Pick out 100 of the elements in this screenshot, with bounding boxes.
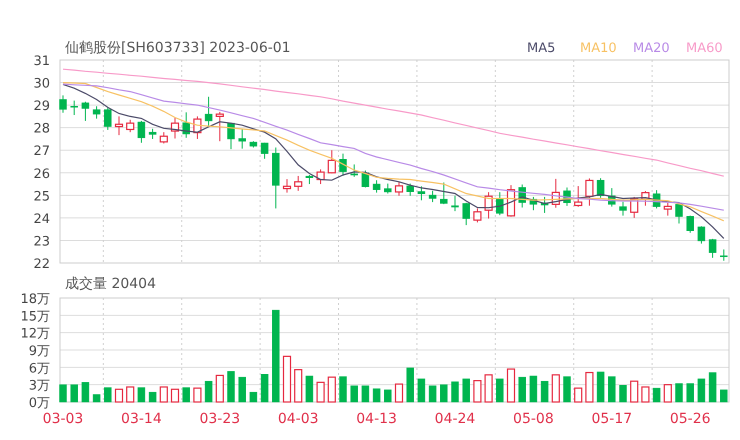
chart-title: 仙鹤股份[SH603733] 2023-06-01 [65,40,291,56]
y-axis-label: 26 [33,166,50,182]
volume-bar [473,380,482,403]
x-axis-label: 03-23 [199,411,240,427]
candlestick [282,178,292,194]
volume-bar [193,388,202,403]
y-axis-label: 9万 [28,344,50,359]
y-axis-label: 22 [33,257,50,272]
candlestick [698,226,706,244]
volume-bar [339,376,347,402]
candlestick [406,183,414,196]
volume-bar [552,374,560,403]
volume-bar [428,386,436,402]
volume-bar [574,388,582,403]
volume-bar [619,385,627,402]
volume-bar [406,368,414,402]
candlestick [462,202,470,226]
volume-bar [664,384,672,403]
candlestick [418,186,426,201]
legend-label[interactable]: MA10 [580,41,617,56]
volume-bar [59,384,67,402]
volume-bar [227,371,235,402]
volume-bar [138,387,146,402]
candlestick [530,196,538,211]
volume-bar [282,356,292,403]
y-axis-label: 23 [33,234,50,250]
y-axis-label: 3万 [28,378,50,394]
volume-bar [294,369,302,403]
candlestick [540,196,548,214]
candlestick [574,186,582,208]
x-axis-label: 05-26 [670,411,711,427]
y-axis-label: 6万 [28,361,50,376]
y-axis-label: 18万 [20,292,50,307]
candlestick [350,164,358,178]
volume-bar [126,386,134,403]
candlestick [440,182,448,205]
volume-bar [114,388,124,403]
candlestick [216,111,224,142]
volume-bar [260,374,268,402]
candlestick [675,202,683,224]
candlestick [720,248,728,262]
candlestick [384,183,392,194]
volume-bar [698,378,706,402]
volume-bar [530,376,538,402]
x-axis-label: 05-17 [591,411,632,427]
volume-bar [306,376,314,402]
y-axis-label: 30 [33,76,50,92]
candlestick [339,153,347,176]
x-axis-label: 03-03 [42,411,84,427]
candlestick [428,190,436,203]
volume-bar [418,378,426,402]
volume-bar [316,382,325,403]
candlestick [552,178,560,208]
volume-bar [720,390,728,402]
volume-bar [328,376,336,403]
candlestick [708,238,716,258]
volume-bar [652,388,660,402]
candlestick [160,132,168,144]
volume-bar [372,388,380,402]
candlestick [193,116,202,140]
candlestick [250,140,258,148]
x-axis-label: 04-03 [278,411,319,427]
y-axis-label: 12万 [20,326,50,342]
volume-bar [92,394,100,402]
volume-bar [608,376,616,402]
volume-bar [82,382,90,402]
candlestick [238,128,246,150]
candlestick [596,178,604,198]
candlestick [204,96,212,128]
volume-bar [585,372,594,403]
volume-bar [708,372,716,402]
volume-bar [596,372,604,402]
y-axis-label: 0万 [28,396,50,411]
y-axis-label: 27 [33,144,50,160]
candlestick [227,122,235,150]
candlestick [686,215,694,234]
candlestick [260,142,268,160]
y-axis-label: 31 [33,54,50,69]
volume-bar [204,380,212,402]
volume-bar [160,386,168,403]
volume-bar [484,374,493,403]
volume-bar [630,380,638,403]
legend-label[interactable]: MA60 [686,41,723,56]
volume-bar [104,387,112,402]
candlestick [104,106,112,130]
candlestick [59,94,67,114]
candlestick [372,180,380,194]
candlestick [473,208,482,223]
candlestick [316,168,325,185]
x-axis-label: 03-14 [121,411,162,427]
legend-label[interactable]: MA5 [527,41,556,56]
volume-bar [462,378,470,402]
volume-bar [216,374,224,403]
volume-bar [170,388,180,403]
candlestick [148,128,156,140]
candlestick [82,101,90,122]
candlestick [641,190,650,206]
volume-bar [440,384,448,402]
x-axis-label: 04-13 [356,411,397,427]
legend-label[interactable]: MA20 [633,41,670,56]
